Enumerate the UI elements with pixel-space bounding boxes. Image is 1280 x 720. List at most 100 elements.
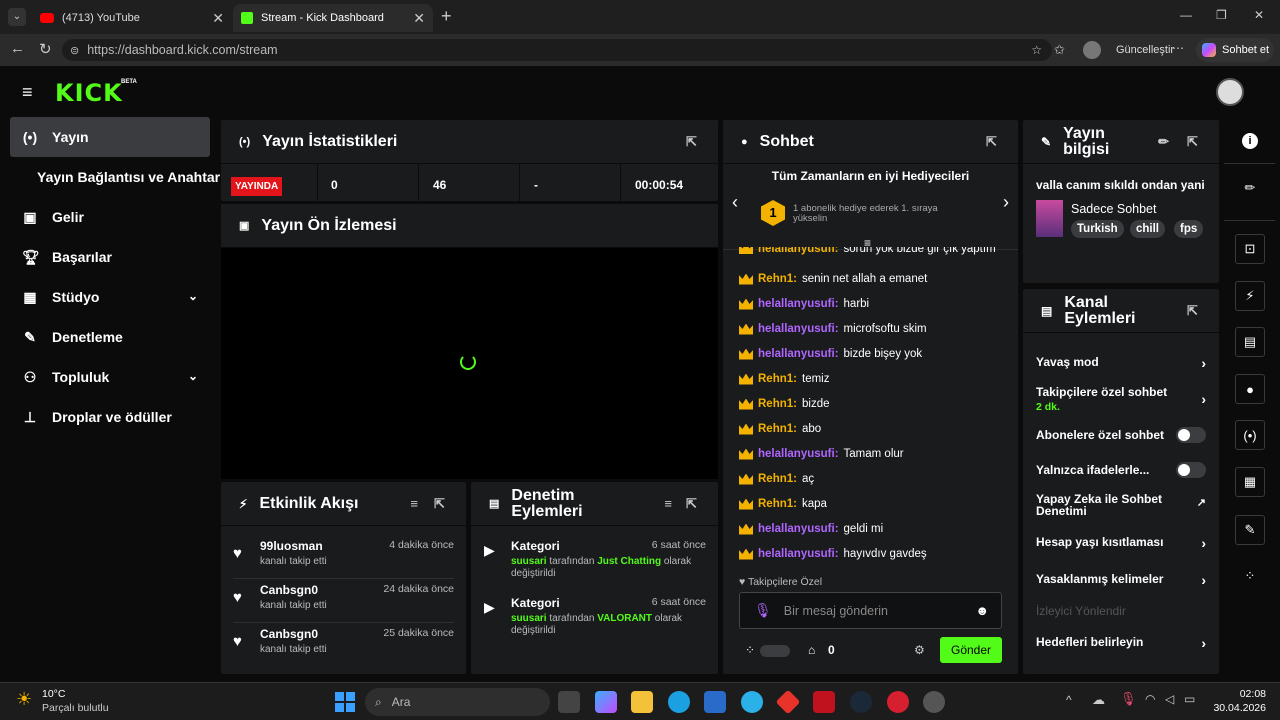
app-icon[interactable] [923, 691, 945, 713]
send-button[interactable]: Gönder [940, 637, 1002, 663]
tab-list-button[interactable]: ⌄ [8, 8, 26, 26]
popout-icon[interactable]: ⇱ [434, 496, 448, 511]
chat-username[interactable]: helallanyusufi [758, 548, 835, 560]
more-apps-icon[interactable]: ⁘ [1235, 561, 1265, 591]
category-thumbnail[interactable] [1036, 200, 1063, 237]
popout-icon[interactable]: ⇱ [1187, 134, 1201, 149]
tag-chip[interactable]: Turkish [1071, 220, 1124, 238]
url-bar[interactable]: ⊜ https://dashboard.kick.com/stream ☆ [62, 39, 1052, 61]
tag-chip[interactable]: fps [1174, 220, 1204, 238]
popout-icon[interactable]: ⇱ [686, 134, 700, 149]
cloud-icon[interactable]: ☁︎ [1092, 692, 1105, 708]
sidebar-item-droplar[interactable]: ⊥ Droplar ve ödüller [10, 397, 210, 437]
chat-username[interactable]: helallanyusufi [758, 523, 835, 535]
sidebar-item-yayin[interactable]: (•) Yayın [10, 117, 210, 157]
chat-username[interactable]: helallanyusufi [758, 448, 835, 460]
site-info-icon[interactable]: ⊜ [70, 44, 79, 57]
battery-icon[interactable]: ▭ [1184, 692, 1195, 706]
settings-gear-icon[interactable]: ⚙ [914, 643, 925, 657]
update-button[interactable]: Güncelleştir [1116, 44, 1174, 56]
popout-icon[interactable]: ⇱ [1187, 303, 1201, 318]
collections-icon[interactable]: ✩ [1054, 42, 1065, 58]
chat-username[interactable]: helallanyusufi: [758, 247, 839, 255]
activity-user[interactable]: Canbsgn0 [260, 627, 318, 641]
tag-chip[interactable]: chill [1130, 220, 1166, 238]
more-menu-icon[interactable]: ⋯ [1172, 41, 1184, 55]
clipboard-icon[interactable]: ▤ [1235, 327, 1265, 357]
sidebar-item-denetleme[interactable]: ✎ Denetleme [10, 317, 210, 357]
chat-username[interactable]: Rehn1 [758, 473, 793, 485]
steam-icon[interactable] [850, 691, 872, 713]
chrome-icon[interactable] [741, 691, 763, 713]
back-icon[interactable]: ← [10, 40, 25, 57]
app-icon[interactable] [887, 691, 909, 713]
profile-avatar[interactable] [1083, 41, 1101, 59]
activity-user[interactable]: 99luosman [260, 539, 323, 553]
popout-icon[interactable]: ⇱ [686, 496, 700, 511]
chat-bubble-icon[interactable]: ● [1235, 374, 1265, 404]
chat-username[interactable]: helallanyusufi [758, 348, 835, 360]
kick-logo[interactable]: KICK [55, 79, 123, 107]
moderation-user[interactable]: suusari [511, 613, 547, 624]
minimize-button[interactable]: — [1180, 8, 1192, 22]
chevron-right-icon[interactable]: › [1003, 192, 1009, 213]
chevron-left-icon[interactable]: ‹ [732, 192, 738, 213]
tab-kick-dashboard[interactable]: Stream - Kick Dashboard ✕ [233, 4, 433, 32]
store-icon[interactable]: ⌂ [808, 643, 815, 657]
chat-username[interactable]: Rehn1 [758, 398, 793, 410]
slow-mode-row[interactable]: Yavaş mod › [1036, 355, 1206, 371]
subs-chat-toggle[interactable] [1176, 427, 1206, 443]
sidebar-item-basarilar[interactable]: 🏆︎ Başarılar [10, 237, 210, 277]
popout-icon[interactable]: ⇱ [986, 134, 1000, 149]
chat-username[interactable]: Rehn1 [758, 273, 793, 285]
app-icon[interactable] [775, 689, 801, 715]
store-icon[interactable] [704, 691, 726, 713]
wifi-icon[interactable]: ◠ [1145, 692, 1155, 706]
moderation-user[interactable]: suusari [511, 556, 547, 567]
lightning-icon[interactable]: ⚡︎ [1235, 281, 1265, 311]
points-toggle[interactable] [760, 645, 790, 657]
close-tab-icon[interactable]: ✕ [413, 10, 425, 27]
chat-username[interactable]: Rehn1 [758, 373, 793, 385]
followers-chat-row[interactable]: Takipçilere özel sohbet 2 dk. › [1036, 385, 1206, 413]
task-view-icon[interactable] [558, 691, 580, 713]
taskbar-search[interactable]: ⌕ Ara [365, 688, 550, 716]
emoji-icon[interactable]: ☻ [975, 603, 989, 618]
chat-input[interactable]: 🎙︎ Bir mesaj gönderin ☻ [739, 592, 1002, 629]
wrench-icon[interactable]: ✎ [1235, 515, 1265, 545]
banned-words-row[interactable]: Yasaklanmış kelimeler › [1036, 572, 1206, 588]
chat-username[interactable]: helallanyusufi [758, 298, 835, 310]
set-goals-row[interactable]: Hedefleri belirleyin › [1036, 635, 1206, 651]
activity-user[interactable]: Canbsgn0 [260, 583, 318, 597]
refresh-icon[interactable]: ↻ [39, 40, 52, 58]
sort-icon[interactable]: ≡ [664, 496, 672, 511]
broadcast-icon[interactable]: (•) [1235, 420, 1265, 450]
filter-icon[interactable]: ≡ [410, 496, 418, 511]
moderation-category[interactable]: Just Chatting [597, 556, 661, 567]
chevron-up-icon[interactable]: ^ [1066, 693, 1072, 707]
clock-time[interactable]: 02:08 [1212, 688, 1266, 700]
close-tab-icon[interactable]: ✕ [212, 10, 224, 27]
stream-category[interactable]: Sadece Sohbet [1071, 202, 1157, 216]
microphone-icon[interactable]: 🎙︎ [754, 602, 772, 619]
close-window-button[interactable]: ✕ [1254, 8, 1264, 22]
copilot-taskbar-icon[interactable] [595, 691, 617, 713]
microphone-icon[interactable]: 🎙︎ [1120, 691, 1137, 707]
favorite-star-icon[interactable]: ☆ [1031, 43, 1042, 57]
info-icon[interactable]: i [1242, 133, 1258, 149]
new-tab-button[interactable]: + [441, 6, 452, 27]
channel-icon[interactable]: ▦ [1235, 467, 1265, 497]
user-avatar[interactable] [1216, 78, 1244, 106]
volume-icon[interactable]: ◁ [1165, 692, 1174, 706]
weather-temp[interactable]: 10°C [42, 688, 65, 700]
windows-start-icon[interactable] [335, 692, 355, 712]
chat-username[interactable]: Rehn1 [758, 423, 793, 435]
tab-youtube[interactable]: (4713) YouTube ✕ [32, 4, 232, 32]
edit-pencil-icon[interactable]: ✏︎ [1158, 134, 1169, 150]
mcafee-icon[interactable] [813, 691, 835, 713]
moderation-category[interactable]: VALORANT [597, 613, 652, 624]
edit-layout-icon[interactable]: ✏︎ [1235, 173, 1265, 203]
screenshot-icon[interactable]: ⊡ [1235, 234, 1265, 264]
file-explorer-icon[interactable] [631, 691, 653, 713]
chat-username[interactable]: helallanyusufi [758, 323, 835, 335]
